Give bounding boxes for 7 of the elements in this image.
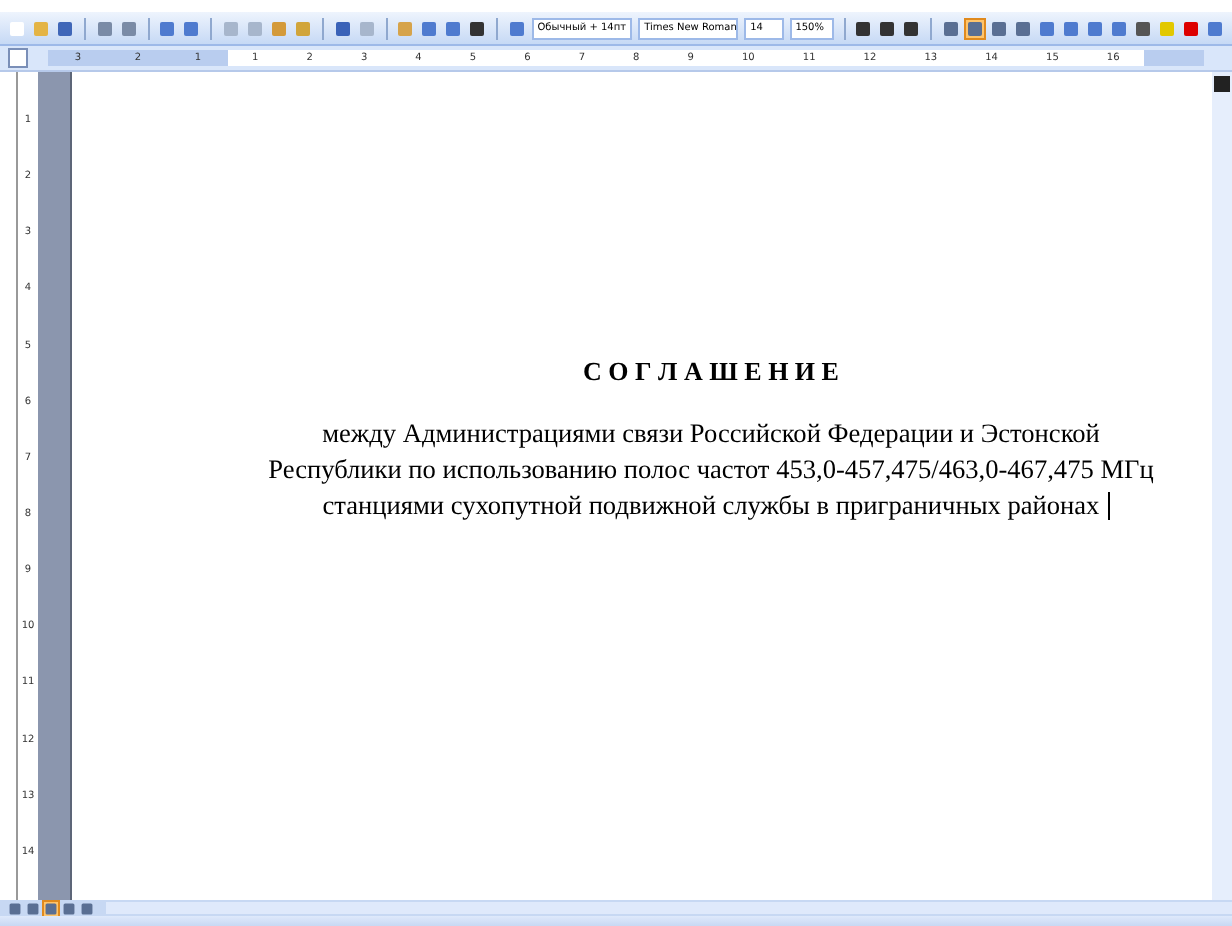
document-text-line: Республики по использованию полос частот 453,0-457,475/463,0-467,475 МГц [268,452,1154,488]
horizontal-scrollbar[interactable] [106,902,1232,914]
text-cursor [1108,492,1110,520]
tab-selector[interactable] [8,48,28,68]
document-title: С О Г Л А Ш Е Н И Е [583,356,839,388]
document-text-line: станциями сухопутной подвижной службы в приграничных районах [322,488,1100,524]
document-text-line: между Администрациями связи Российской Федерации и Эстонской [322,416,1100,452]
